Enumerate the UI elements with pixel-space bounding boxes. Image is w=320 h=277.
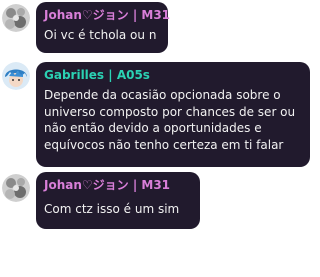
- chat-message: Johan♡ジョン | M31 Oi vc é tchola ou n: [0, 0, 320, 56]
- message-bubble[interactable]: Johan♡ジョン | M31 Oi vc é tchola ou n: [36, 2, 170, 53]
- message-text: Oi vc é tchola ou n: [44, 28, 157, 42]
- message-bubble[interactable]: Johan♡ジョン | M31 Com ctz isso é um sim: [36, 172, 200, 229]
- message-bubble[interactable]: Gabrilles | A05s Depende da ocasião opci…: [36, 62, 310, 167]
- author-name[interactable]: Gabrilles | A05s: [44, 68, 302, 83]
- anime-character-avatar-icon: [2, 62, 30, 90]
- chat-message: Johan♡ジョン | M31 Com ctz isso é um sim: [0, 170, 320, 230]
- grayscale-flower-avatar-icon: [2, 174, 30, 202]
- chat-message: Gabrilles | A05s Depende da ocasião opci…: [0, 58, 320, 168]
- author-name[interactable]: Johan♡ジョン | M31: [44, 8, 170, 23]
- message-text: Depende da ocasião opcionada sobre o uni…: [44, 88, 296, 152]
- user-avatar[interactable]: [2, 62, 30, 90]
- user-avatar[interactable]: [2, 4, 30, 32]
- grayscale-flower-avatar-icon: [2, 4, 30, 32]
- user-avatar[interactable]: [2, 174, 30, 202]
- author-name[interactable]: Johan♡ジョン | M31: [44, 178, 192, 193]
- message-text: Com ctz isso é um sim: [44, 202, 180, 216]
